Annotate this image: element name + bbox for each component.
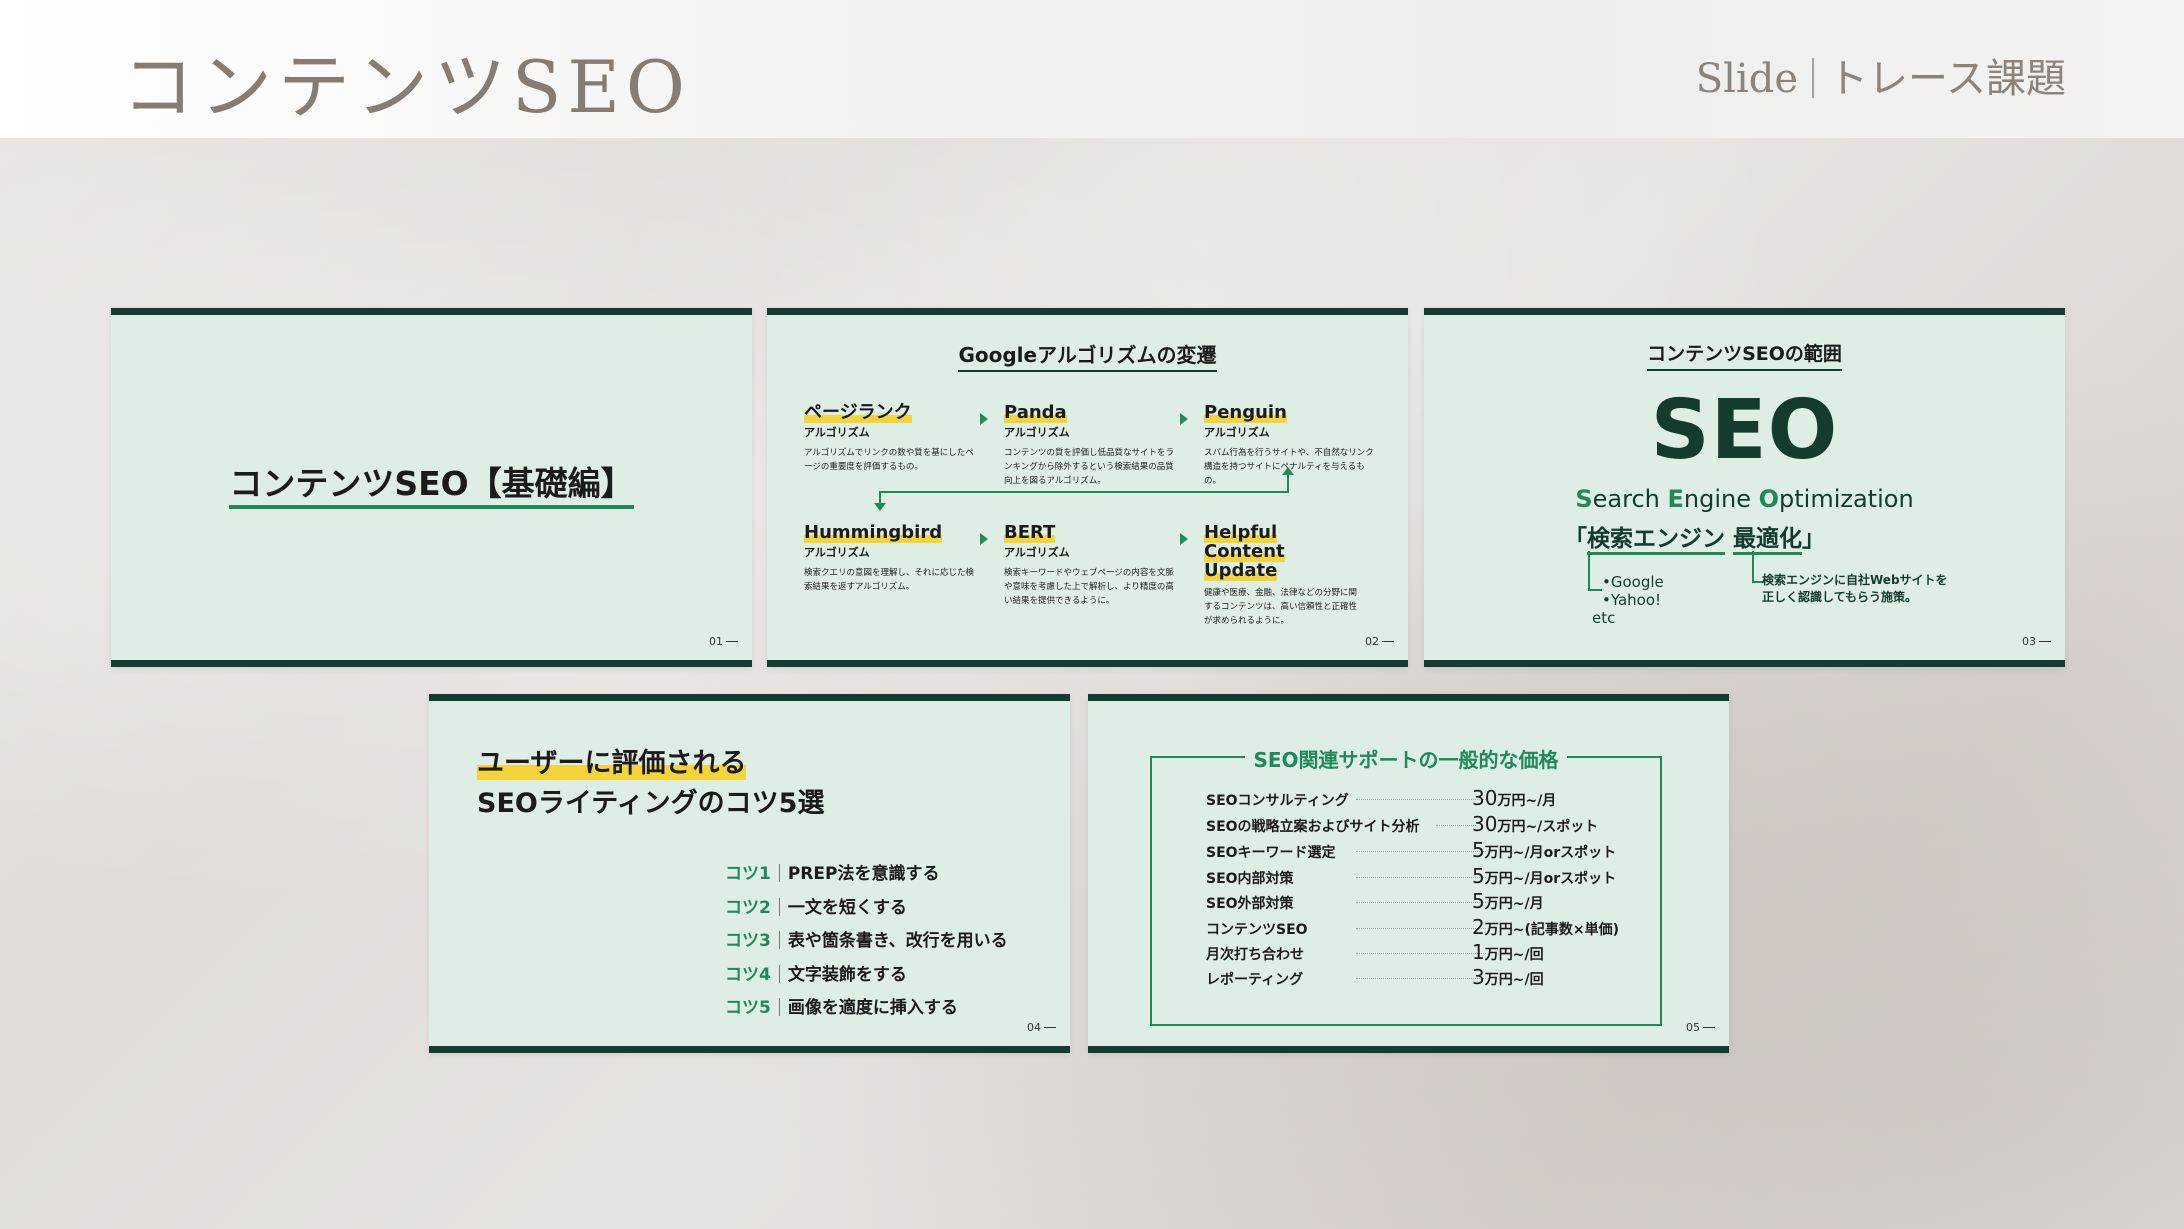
table-row: SEOキーワード選定 5万円~/月orスポット: [1206, 838, 1617, 862]
slide-thumbnail-03[interactable]: コンテンツSEOの範囲 SEO Search Engine Optimizati…: [1424, 308, 2065, 667]
seo-note: 検索エンジンに自社Webサイトを正しく認識してもらう施策。: [1762, 573, 1948, 604]
slide-thumbnail-04[interactable]: ユーザーに評価される SEOライティングのコツ5選 コツ1 PREP法を意識する …: [429, 694, 1070, 1053]
bracket-line: [1588, 551, 1602, 591]
table-row: SEOの戦略立案およびサイト分析 30万円~/スポット: [1206, 812, 1599, 836]
algorithm-card: BERT アルゴリズム 検索キーワードやウェブページの内容を文脈や意味を考慮した…: [1004, 522, 1179, 608]
header-subtitle: Slide トレース課題: [1696, 46, 2066, 104]
flow-connector-down: [879, 491, 881, 503]
table-row: SEOコンサルティング 30万円~/月: [1206, 786, 1557, 810]
header-subtitle-jp: トレース課題: [1828, 56, 2066, 102]
algorithm-card: Penguin アルゴリズム スパム行為を行うサイトや、不自然なリンク構造を持つ…: [1204, 402, 1379, 488]
page-number: 04: [1027, 1021, 1056, 1034]
algorithm-card: ページランク アルゴリズム アルゴリズムでリンクの数や質を基にしたページの重要度…: [804, 402, 979, 474]
algorithm-sub: アルゴリズム: [804, 426, 870, 439]
algorithm-name: BERT: [1004, 522, 1056, 543]
table-row: SEO外部対策 5万円~/月: [1206, 889, 1544, 913]
search-engine-list: •Google •Yahoo! etc: [1592, 573, 1664, 627]
algorithm-card: Helpful Content Update 健康や医療、金融、法律などの分野に…: [1204, 522, 1364, 628]
algorithm-card: Panda アルゴリズム コンテンツの質を評価し低品質なサイトをランキングから除…: [1004, 402, 1179, 488]
table-row: レポーティング 3万円~/回: [1206, 965, 1544, 989]
page-number: 01: [709, 635, 738, 648]
slide-thumbnail-01[interactable]: コンテンツSEO【基礎編】 01: [111, 308, 752, 667]
page-title: コンテンツSEO: [122, 45, 691, 129]
flow-connector-up: [1287, 475, 1289, 492]
algorithm-name: Penguin: [1204, 402, 1287, 423]
header-divider: [1812, 58, 1814, 98]
algorithm-name: Panda: [1004, 402, 1067, 423]
slide-title: コンテンツSEO【基礎編】: [111, 457, 752, 509]
arrow-right-icon: [980, 413, 988, 425]
arrow-right-icon: [1180, 413, 1188, 425]
algorithm-sub: アルゴリズム: [1004, 546, 1070, 559]
price-table: SEO関連サポートの一般的な価格 SEOコンサルティング 30万円~/月 SEOの…: [1150, 748, 1662, 1026]
slide-title: コンテンツSEOの範囲: [1424, 339, 2065, 371]
flow-connector-line: [879, 490, 1289, 493]
seo-full-name: Search Engine Optimization: [1575, 485, 1914, 513]
list-item: コツ5 画像を適度に挿入する: [725, 998, 958, 1018]
algorithm-sub: アルゴリズム: [1004, 426, 1070, 439]
arrow-down-icon: [874, 503, 886, 511]
slide-title-line2: SEOライティングのコツ5選: [477, 788, 825, 819]
header-subtitle-en: Slide: [1695, 56, 1798, 102]
list-item: コツ4 文字装飾をする: [725, 964, 907, 985]
header-bar: コンテンツSEO Slide トレース課題: [0, 0, 2184, 138]
slide-thumbnail-02[interactable]: Googleアルゴリズムの変遷 ページランク アルゴリズム アルゴリズムでリンク…: [767, 308, 1408, 667]
slide-title-line1: ユーザーに評価される: [477, 741, 747, 780]
table-row: 月次打ち合わせ 1万円~/回: [1206, 940, 1544, 964]
algorithm-desc: 検索キーワードやウェブページの内容を文脈や意味を考慮した上で解析し、より精度の高…: [1004, 568, 1174, 606]
algorithm-name: ページランク: [804, 402, 912, 423]
algorithm-card: Hummingbird アルゴリズム 検索クエリの意図を理解し、それに応じた検索…: [804, 522, 979, 594]
arrow-up-icon: [1282, 467, 1294, 475]
algorithm-desc: 健康や医療、金融、法律などの分野に関するコンテンツは、高い信頼性と正確性が求めら…: [1204, 588, 1358, 626]
algorithm-name: Helpful Content Update: [1204, 522, 1285, 581]
algorithm-sub: アルゴリズム: [1204, 426, 1270, 439]
algorithm-desc: 検索クエリの意図を理解し、それに応じた検索結果を返すアルゴリズム。: [804, 568, 975, 592]
page-number: 03: [2022, 635, 2051, 648]
table-row: SEO内部対策 5万円~/月orスポット: [1206, 864, 1617, 888]
list-item: コツ1 PREP法を意識する: [725, 864, 940, 884]
page-number: 02: [1365, 635, 1394, 648]
arrow-right-icon: [1180, 533, 1188, 545]
price-table-title: SEO関連サポートの一般的な価格: [1152, 744, 1660, 773]
algorithm-desc: アルゴリズムでリンクの数や質を基にしたページの重要度を評価するもの。: [804, 448, 974, 472]
slide-title: Googleアルゴリズムの変遷: [767, 339, 1408, 372]
list-item: コツ3 表や箇条書き、改行を用いる: [725, 931, 1008, 951]
slide-thumbnail-05[interactable]: SEO関連サポートの一般的な価格 SEOコンサルティング 30万円~/月 SEOの…: [1088, 694, 1729, 1053]
list-item: コツ2 一文を短くする: [725, 897, 907, 918]
table-row: コンテンツSEO 2万円~(記事数×単価): [1206, 915, 1619, 939]
algorithm-name: Hummingbird: [804, 522, 943, 543]
algorithm-sub: アルゴリズム: [804, 546, 870, 559]
seo-big-text: SEO: [1650, 383, 1839, 478]
algorithm-desc: コンテンツの質を評価し低品質なサイトをランキングから除外するという検索結果の品質…: [1004, 448, 1175, 486]
page-number: 05: [1686, 1021, 1715, 1034]
tips-list: コツ1 PREP法を意識する コツ2 一文を短くする コツ3 表や箇条書き、改行を用い…: [725, 859, 1008, 1027]
seo-japanese: 「検索エンジン 最適化」: [1564, 519, 1825, 555]
arrow-right-icon: [980, 533, 988, 545]
